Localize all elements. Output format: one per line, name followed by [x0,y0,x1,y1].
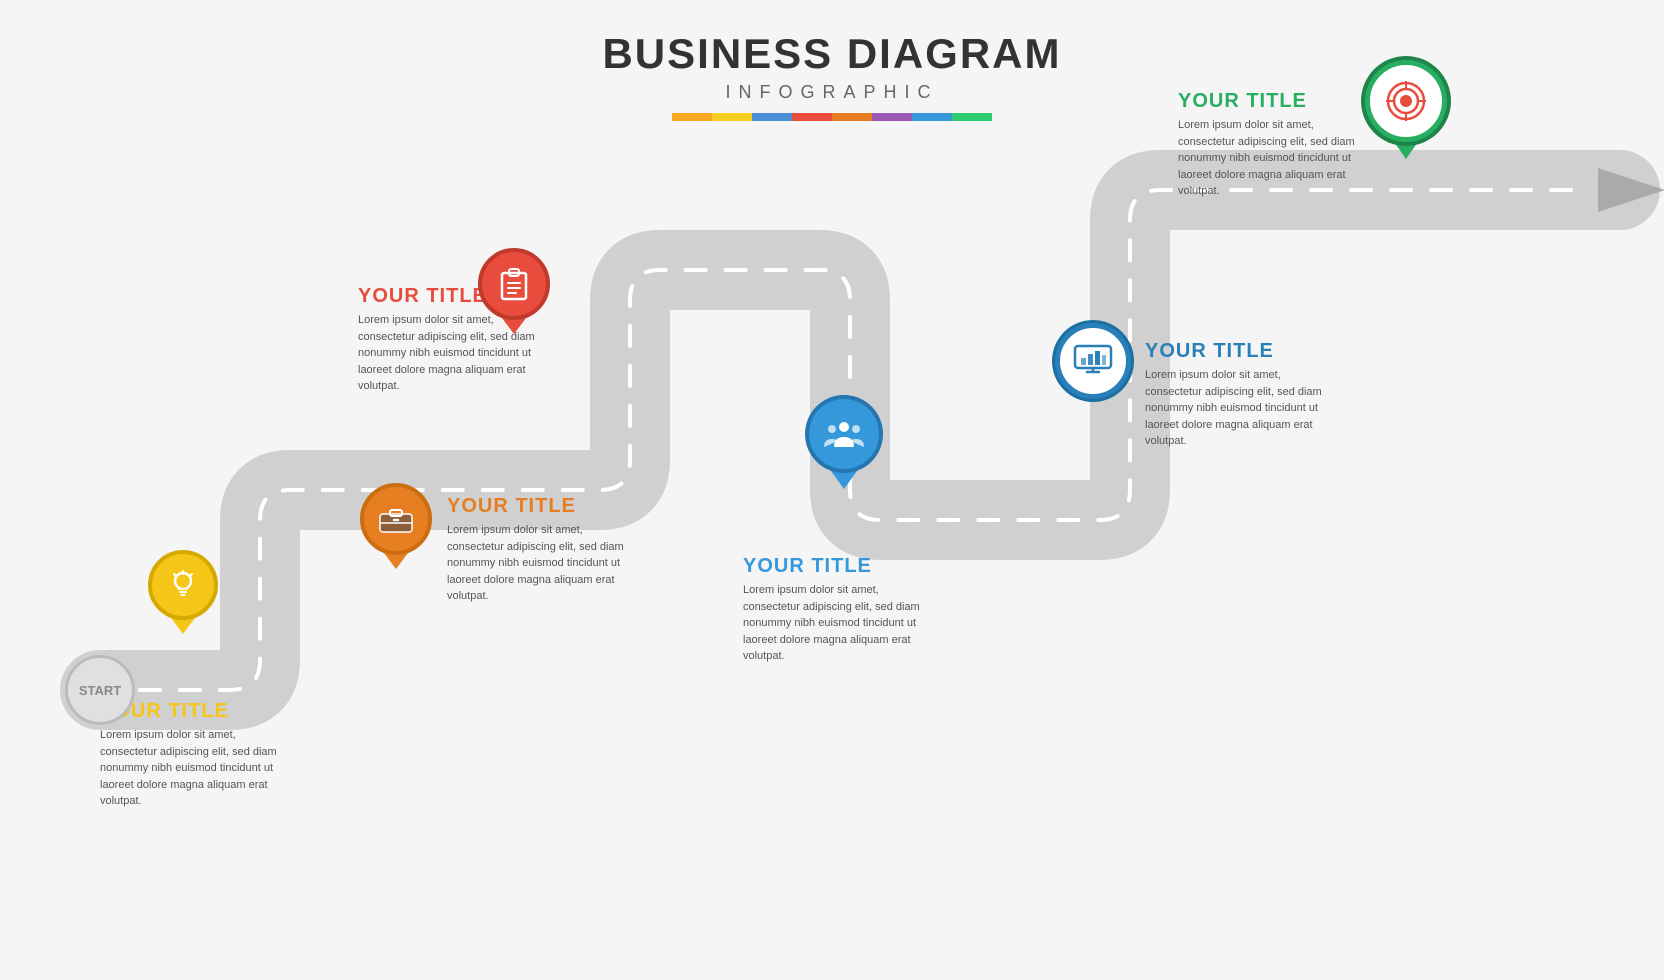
pin-2 [360,483,432,569]
info-body-4: Lorem ipsum dolor sit amet, consectetur … [743,582,923,665]
pin-5 [1055,323,1131,399]
info-block-5: YOUR TITLE Lorem ipsum dolor sit amet, c… [1145,340,1325,450]
info-title-6: YOUR TITLE [1178,90,1358,113]
bulb-icon [166,568,200,602]
info-body-5: Lorem ipsum dolor sit amet, consectetur … [1145,367,1325,450]
info-block-2: YOUR TITLE Lorem ipsum dolor sit amet, c… [447,495,627,605]
monitor-icon [1073,344,1113,378]
target-icon [1384,79,1428,123]
briefcase-icon [378,504,414,534]
pin-1 [148,550,218,634]
info-title-2: YOUR TITLE [447,495,627,518]
start-circle: START [65,655,135,725]
info-body-2: Lorem ipsum dolor sit amet, consectetur … [447,522,627,605]
info-title-4: YOUR TITLE [743,555,923,578]
info-body-3: Lorem ipsum dolor sit amet, consectetur … [358,312,538,395]
people-icon [824,419,864,449]
clipboard-icon [499,267,529,301]
info-block-4: YOUR TITLE Lorem ipsum dolor sit amet, c… [743,555,923,665]
info-body-1: Lorem ipsum dolor sit amet, consectetur … [100,727,280,810]
main-container: BUSINESS DIAGRAM INFOGRAPHIC START [0,0,1664,980]
info-block-6: YOUR TITLE Lorem ipsum dolor sit amet, c… [1178,90,1358,200]
info-block-1: YOUR TITLE Lorem ipsum dolor sit amet, c… [100,700,280,810]
pin-4 [805,395,883,489]
pin-6 [1365,60,1447,159]
info-body-6: Lorem ipsum dolor sit amet, consectetur … [1178,117,1358,200]
info-title-5: YOUR TITLE [1145,340,1325,363]
